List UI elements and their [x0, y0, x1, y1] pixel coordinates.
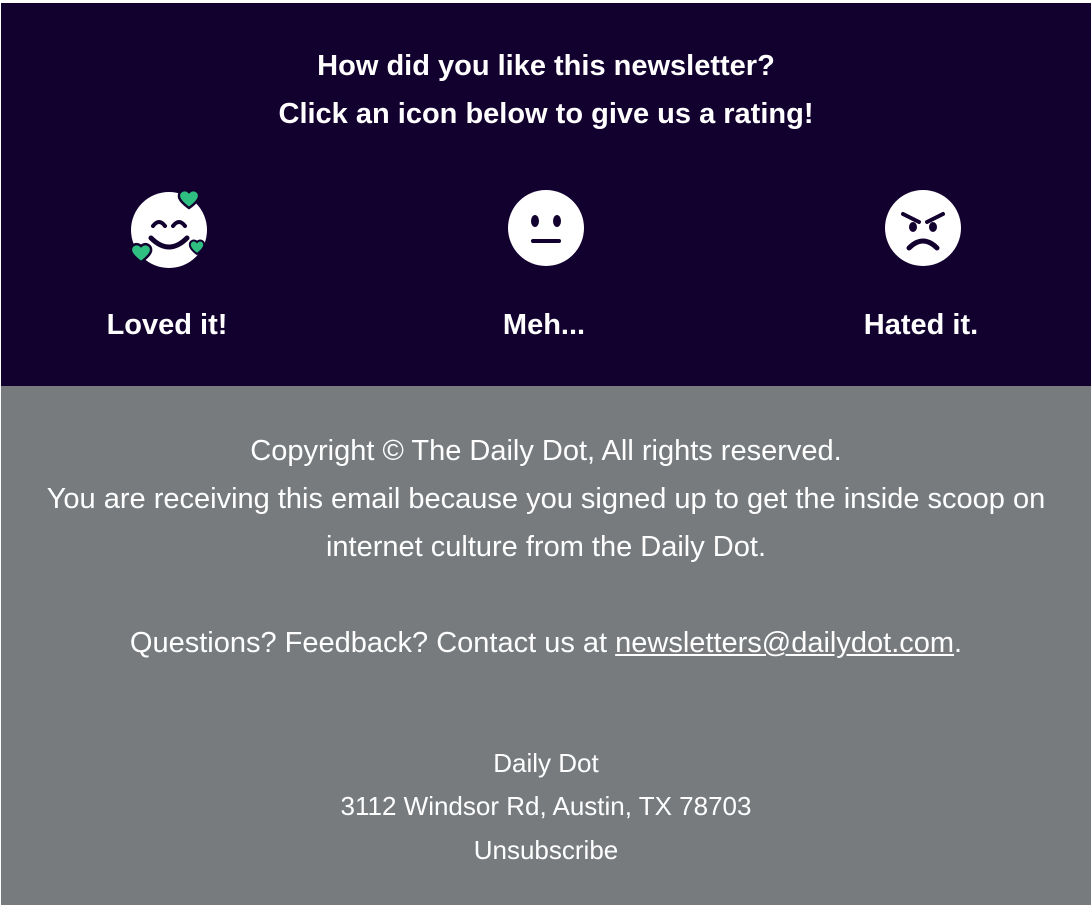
rating-option-label: Hated it.: [863, 309, 979, 341]
contact-prefix: Questions? Feedback? Contact us at: [129, 627, 616, 659]
rating-section: How did you like this newsletter? Click …: [1, 3, 1091, 386]
contact-line: Questions? Feedback? Contact us at newsl…: [1, 626, 1091, 660]
rating-option-label: Loved it!: [106, 309, 228, 341]
subscription-notice: You are receiving this email because you…: [46, 483, 1046, 515]
rating-option-meh[interactable]: Meh...: [424, 188, 664, 348]
subscription-notice-continued: internet culture from the Daily Dot.: [325, 531, 766, 563]
company-name: Daily Dot: [493, 748, 599, 778]
contact-email-link[interactable]: newsletters@dailydot.com: [615, 627, 954, 659]
rating-option-label: Meh...: [502, 309, 586, 341]
smiling-face-with-hearts-icon[interactable]: [129, 188, 209, 268]
copyright-text: Copyright © The Daily Dot, All rights re…: [250, 435, 842, 467]
rating-option-loved[interactable]: Loved it!: [47, 188, 287, 348]
rating-heading: How did you like this newsletter?: [317, 50, 775, 82]
footer-section: Copyright © The Daily Dot, All rights re…: [1, 386, 1091, 905]
contact-suffix: .: [954, 627, 963, 659]
rating-instruction: Click an icon below to give us a rating!: [278, 98, 814, 130]
company-address: 3112 Windsor Rd, Austin, TX 78703: [340, 791, 752, 821]
angry-face-icon[interactable]: [883, 188, 963, 268]
newsletter-footer-page: How did you like this newsletter? Click …: [1, 3, 1091, 905]
rating-option-hated[interactable]: Hated it.: [801, 188, 1041, 348]
unsubscribe-link[interactable]: Unsubscribe: [1, 835, 1091, 865]
neutral-face-icon[interactable]: [506, 188, 586, 268]
